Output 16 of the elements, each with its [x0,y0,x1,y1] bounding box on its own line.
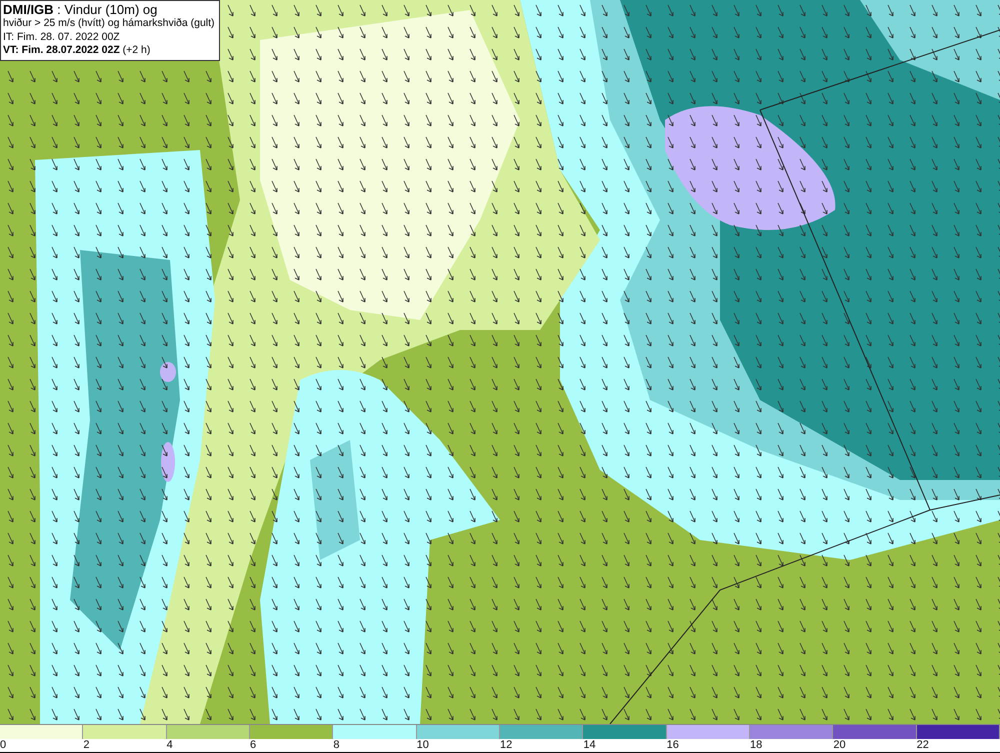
legend-label: 8 [333,739,340,752]
legend-label: 20 [833,739,846,752]
legend-label: 12 [500,739,512,752]
title-line: VT: Fim. 28.07.2022 02Z (+2 h) [3,44,152,58]
legend-label: 10 [416,739,429,752]
legend-label: 16 [666,739,679,752]
legend-label: 14 [583,739,596,752]
legend-label: 0 [0,739,6,752]
title-line: DMI/IGB : Vindur (10m) og [3,2,158,17]
legend-label: 6 [250,739,256,752]
legend-label: 18 [750,739,762,752]
title-line: hviður > 25 m/s (hvítt) og hámarkshviða (gult) [3,17,215,30]
legend-label: 4 [166,739,173,752]
title-line: IT: Fim. 28. 07. 2022 00Z [3,30,121,44]
legend-label: 22 [916,739,929,752]
legend-label: 2 [83,739,90,752]
